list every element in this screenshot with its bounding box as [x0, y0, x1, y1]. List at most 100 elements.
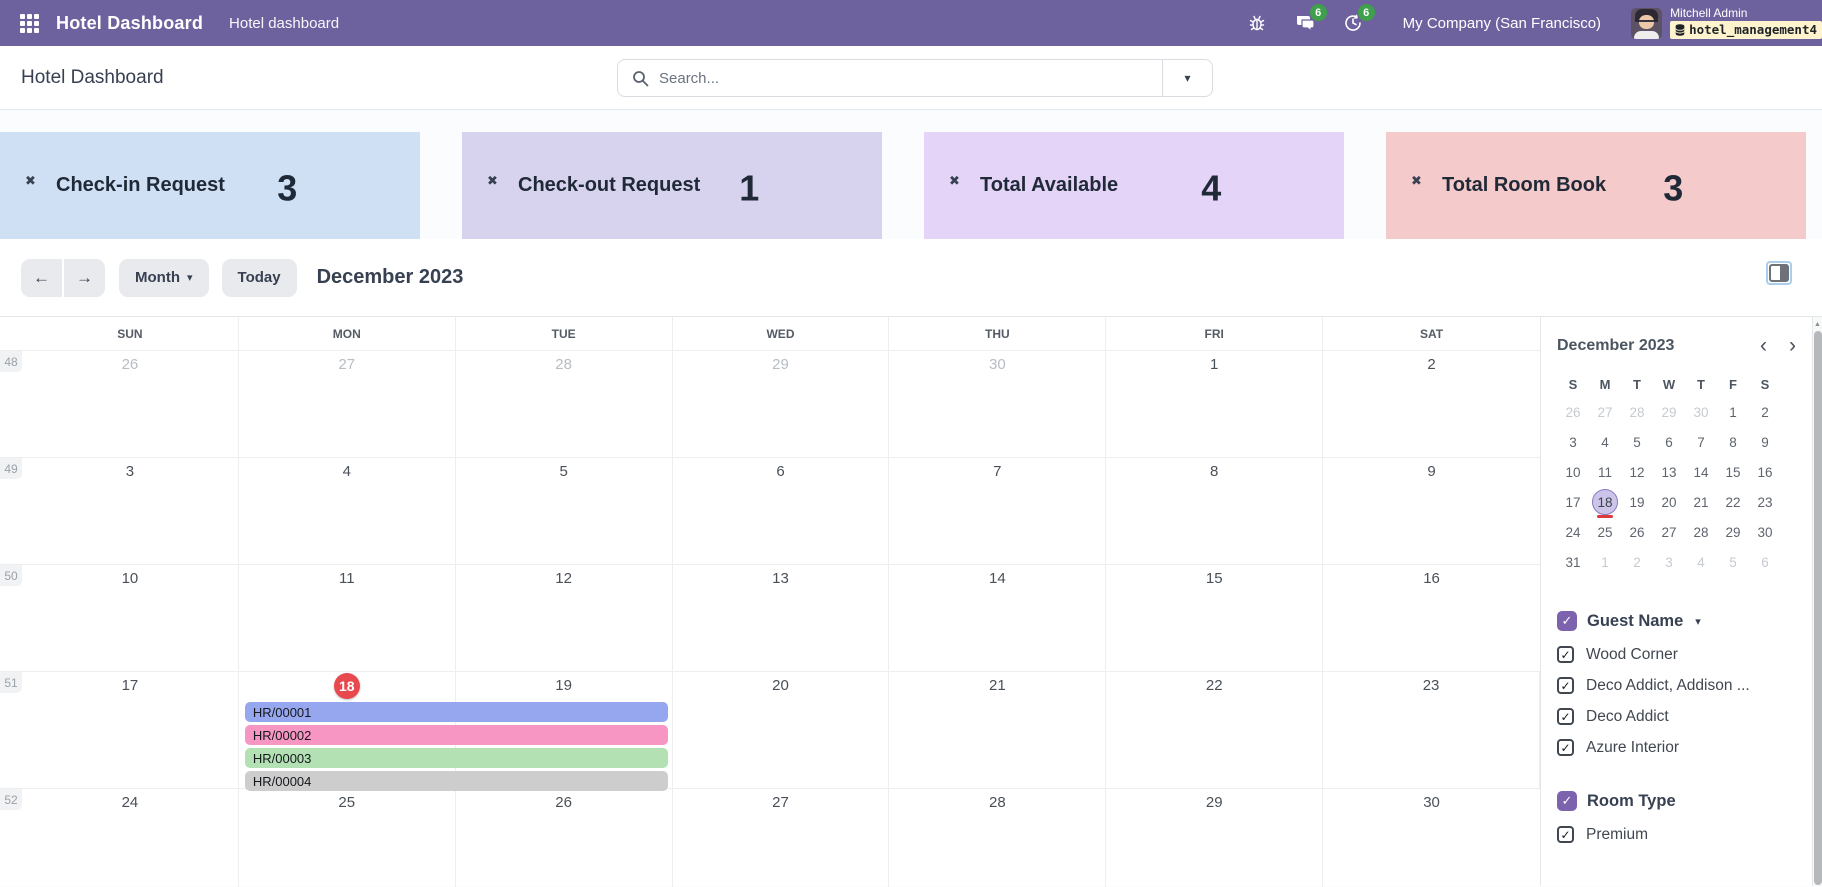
sidebar-toggle-button[interactable] — [1766, 261, 1792, 285]
filter-item[interactable]: ✓Premium — [1557, 819, 1796, 850]
mini-day-cell[interactable]: 2 — [1621, 547, 1653, 577]
calendar-day-cell[interactable]: 3 — [22, 458, 239, 564]
mini-day-cell[interactable]: 22 — [1717, 487, 1749, 517]
mini-day-cell[interactable]: 30 — [1685, 397, 1717, 427]
scrollbar-thumb[interactable] — [1814, 331, 1822, 885]
mini-day-cell[interactable]: 3 — [1557, 427, 1589, 457]
mini-day-cell[interactable]: 21 — [1685, 487, 1717, 517]
mini-day-cell[interactable]: 17 — [1557, 487, 1589, 517]
activities-clock-icon[interactable]: 6 — [1341, 11, 1365, 35]
mini-day-cell[interactable]: 28 — [1685, 517, 1717, 547]
debug-bug-icon[interactable] — [1245, 11, 1269, 35]
calendar-day-cell[interactable]: 10 — [22, 565, 239, 671]
calendar-day-cell[interactable]: 30 — [1323, 789, 1540, 887]
mini-day-cell[interactable]: 2 — [1749, 397, 1781, 427]
calendar-day-cell[interactable]: 29 — [1106, 789, 1323, 887]
calendar-day-cell[interactable]: 4 — [239, 458, 456, 564]
mini-day-cell[interactable]: 14 — [1685, 457, 1717, 487]
calendar-day-cell[interactable]: 28 — [889, 789, 1106, 887]
mini-next-icon[interactable]: › — [1789, 338, 1796, 354]
nav-menu-hotel-dashboard[interactable]: Hotel dashboard — [229, 15, 339, 32]
mini-day-cell[interactable]: 1 — [1717, 397, 1749, 427]
view-mode-button[interactable]: Month ▾ — [119, 259, 209, 297]
mini-day-cell[interactable]: 28 — [1621, 397, 1653, 427]
scroll-up-icon[interactable]: ▲ — [1814, 317, 1821, 331]
mini-day-cell[interactable]: 10 — [1557, 457, 1589, 487]
mini-day-cell[interactable]: 19 — [1621, 487, 1653, 517]
card-close-icon[interactable]: ✖ — [949, 174, 960, 187]
calendar-day-cell[interactable]: 27 — [673, 789, 890, 887]
mini-day-cell[interactable]: 25 — [1589, 517, 1621, 547]
mini-day-cell[interactable]: 9 — [1749, 427, 1781, 457]
card-close-icon[interactable]: ✖ — [25, 174, 36, 187]
calendar-day-cell[interactable]: 5 — [456, 458, 673, 564]
mini-day-cell[interactable]: 23 — [1749, 487, 1781, 517]
filter-item[interactable]: ✓Deco Addict — [1557, 701, 1796, 732]
filter-item-checkbox[interactable]: ✓ — [1557, 677, 1574, 694]
calendar-day-cell[interactable]: 13 — [673, 565, 890, 671]
filter-item-checkbox[interactable]: ✓ — [1557, 739, 1574, 756]
mini-day-cell[interactable]: 7 — [1685, 427, 1717, 457]
filter-section-checkbox[interactable]: ✓ — [1557, 611, 1577, 631]
mini-prev-icon[interactable]: ‹ — [1760, 338, 1767, 354]
filter-item[interactable]: ✓Wood Corner — [1557, 639, 1796, 670]
mini-day-cell[interactable]: 20 — [1653, 487, 1685, 517]
calendar-day-cell[interactable]: 16 — [1323, 565, 1540, 671]
calendar-day-cell[interactable]: 29 — [673, 351, 890, 457]
mini-day-cell[interactable]: 26 — [1557, 397, 1589, 427]
mini-day-cell[interactable]: 13 — [1653, 457, 1685, 487]
today-button[interactable]: Today — [222, 259, 297, 297]
messages-icon[interactable]: 6 — [1293, 11, 1317, 35]
calendar-day-cell[interactable]: 26 — [456, 789, 673, 887]
filter-section-checkbox[interactable]: ✓ — [1557, 791, 1577, 811]
calendar-event[interactable]: HR/00002 — [245, 725, 668, 745]
calendar-event[interactable]: HR/00001 — [245, 702, 668, 722]
mini-day-cell[interactable]: 3 — [1653, 547, 1685, 577]
calendar-day-cell[interactable]: 30 — [889, 351, 1106, 457]
prev-month-button[interactable]: ← — [21, 259, 62, 297]
mini-day-cell[interactable]: 11 — [1589, 457, 1621, 487]
apps-menu-button[interactable] — [10, 4, 48, 42]
card-close-icon[interactable]: ✖ — [1411, 174, 1422, 187]
calendar-day-cell[interactable]: 6 — [673, 458, 890, 564]
filter-item-checkbox[interactable]: ✓ — [1557, 646, 1574, 663]
calendar-day-cell[interactable]: 15 — [1106, 565, 1323, 671]
calendar-day-cell[interactable]: 8 — [1106, 458, 1323, 564]
filter-item[interactable]: ✓Deco Addict, Addison ... — [1557, 670, 1796, 701]
calendar-day-cell[interactable]: 28 — [456, 351, 673, 457]
calendar-day-cell[interactable]: 14 — [889, 565, 1106, 671]
mini-day-cell[interactable]: 27 — [1589, 397, 1621, 427]
company-switcher[interactable]: My Company (San Francisco) — [1403, 15, 1601, 32]
user-menu[interactable]: Mitchell Admin hotel_management4 — [1631, 7, 1822, 39]
calendar-day-cell[interactable]: 27 — [239, 351, 456, 457]
calendar-day-cell[interactable]: 2 — [1323, 351, 1540, 457]
mini-day-cell[interactable]: 6 — [1749, 547, 1781, 577]
calendar-day-cell[interactable]: 26 — [22, 351, 239, 457]
card-close-icon[interactable]: ✖ — [487, 174, 498, 187]
calendar-day-cell[interactable]: 22 — [1106, 672, 1323, 788]
next-month-button[interactable]: → — [64, 259, 105, 297]
calendar-day-cell[interactable]: 1 — [1106, 351, 1323, 457]
calendar-day-cell[interactable]: 9 — [1323, 458, 1540, 564]
mini-day-cell[interactable]: 4 — [1685, 547, 1717, 577]
mini-day-cell[interactable]: 1 — [1589, 547, 1621, 577]
mini-day-cell[interactable]: 30 — [1749, 517, 1781, 547]
calendar-day-cell[interactable]: 24 — [22, 789, 239, 887]
filter-item[interactable]: ✓Azure Interior — [1557, 732, 1796, 763]
mini-day-cell[interactable]: 31 — [1557, 547, 1589, 577]
calendar-day-cell[interactable]: 21 — [889, 672, 1106, 788]
search-dropdown-toggle[interactable]: ▾ — [1162, 60, 1212, 96]
filter-item-checkbox[interactable]: ✓ — [1557, 708, 1574, 725]
mini-day-cell[interactable]: 16 — [1749, 457, 1781, 487]
filter-section-header[interactable]: ✓Room Type — [1557, 791, 1796, 811]
calendar-day-cell[interactable]: 12 — [456, 565, 673, 671]
mini-day-cell[interactable]: 18 — [1589, 487, 1621, 517]
calendar-day-cell[interactable]: 23 — [1323, 672, 1540, 788]
mini-day-cell[interactable]: 12 — [1621, 457, 1653, 487]
mini-day-cell[interactable]: 4 — [1589, 427, 1621, 457]
mini-day-cell[interactable]: 5 — [1621, 427, 1653, 457]
mini-day-cell[interactable]: 6 — [1653, 427, 1685, 457]
mini-day-cell[interactable]: 8 — [1717, 427, 1749, 457]
mini-day-cell[interactable]: 29 — [1717, 517, 1749, 547]
mini-day-cell[interactable]: 26 — [1621, 517, 1653, 547]
